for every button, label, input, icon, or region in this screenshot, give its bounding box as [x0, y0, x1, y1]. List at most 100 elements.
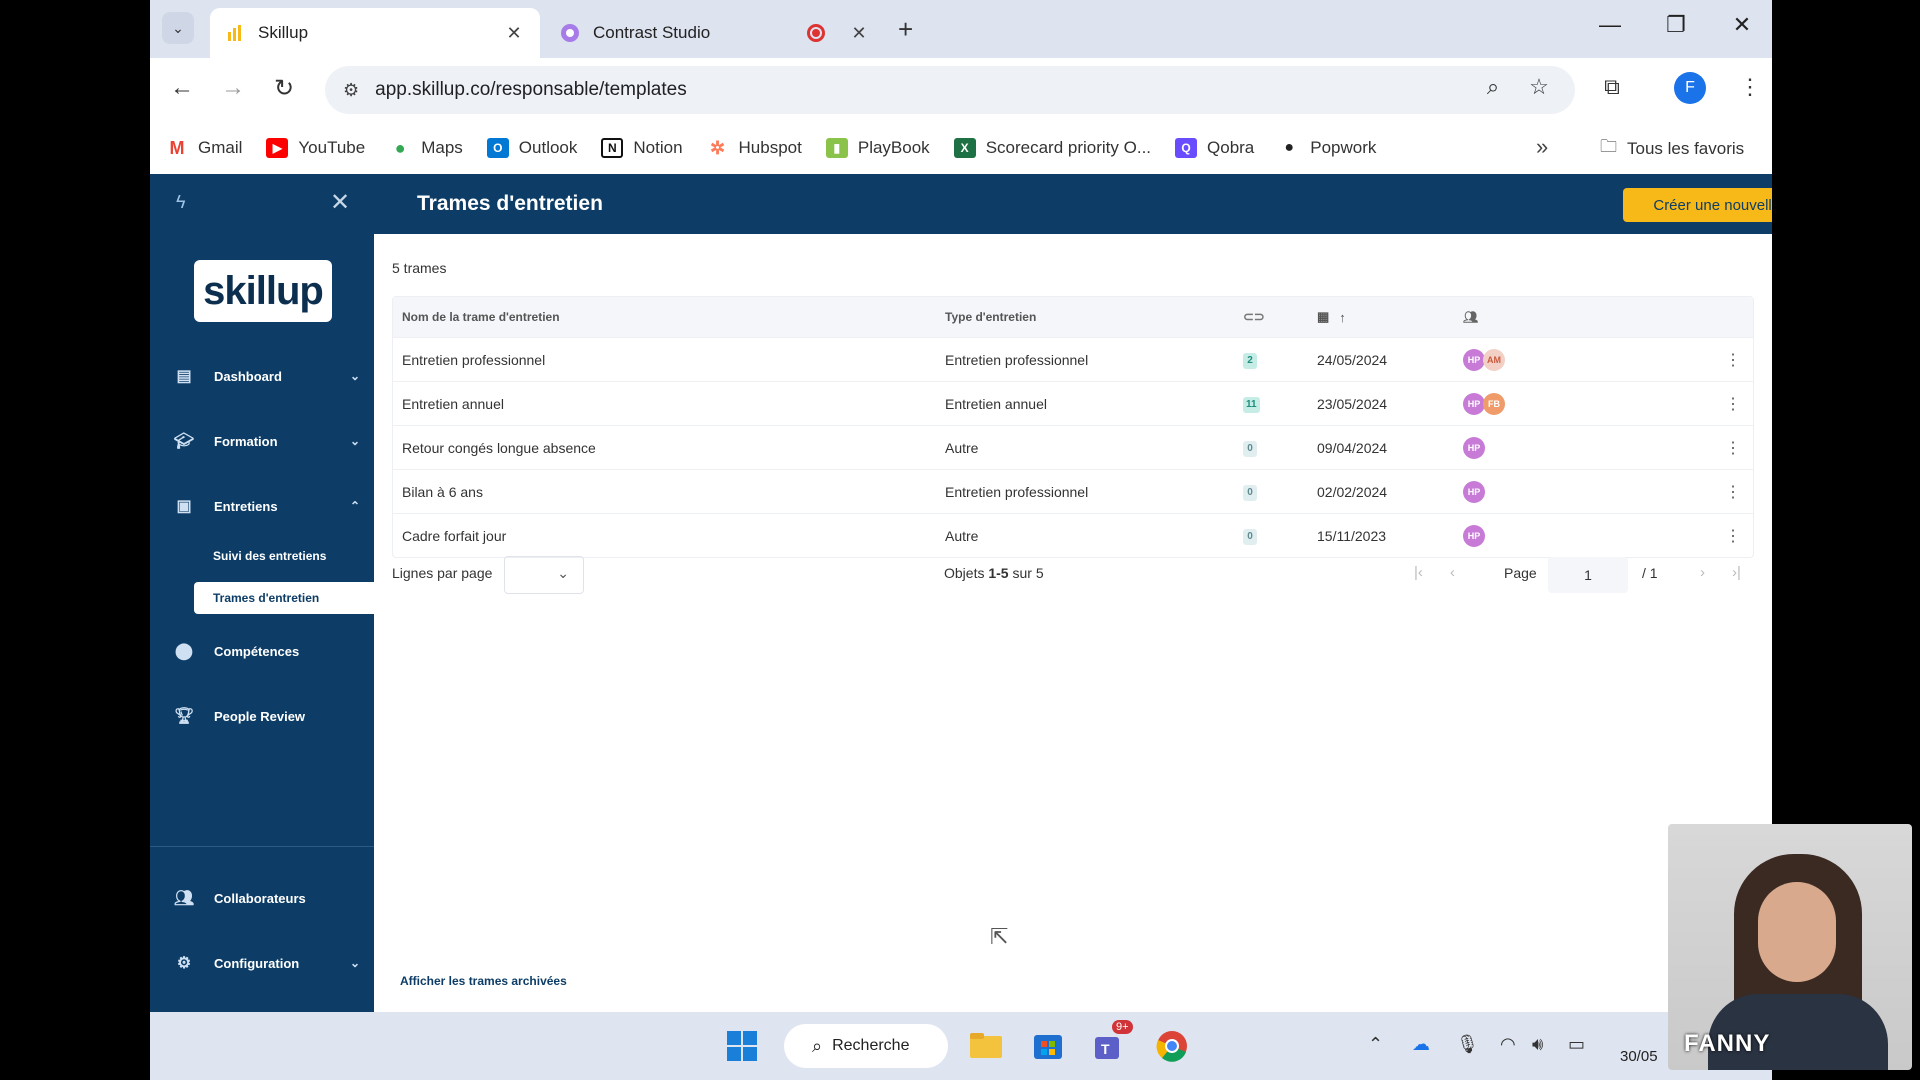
- chevron-down-icon: ⌄: [349, 956, 360, 970]
- objects-range: Objets 1-5 sur 5: [944, 565, 1044, 581]
- bookmark-popwork[interactable]: ● Popwork: [1278, 138, 1376, 158]
- users-icon: 👥︎: [173, 890, 195, 907]
- webcam-overlay: FANNY: [1668, 824, 1912, 1070]
- battery-icon[interactable]: ▭: [1568, 1034, 1585, 1055]
- microphone-icon[interactable]: 🎙︎: [1456, 1034, 1479, 1055]
- sidebar-item-competences[interactable]: ⬤ Compétences: [150, 631, 374, 671]
- chrome-icon[interactable]: [1154, 1028, 1190, 1064]
- bookmark-youtube[interactable]: ▶ YouTube: [266, 138, 365, 158]
- create-template-button[interactable]: Créer une nouvelle trame: [1623, 188, 1772, 222]
- close-tab-icon[interactable]: ✕: [502, 23, 526, 44]
- group-icon: 👥︎: [1463, 310, 1479, 324]
- gmail-icon: M: [169, 137, 185, 158]
- page-label: Page: [1504, 565, 1537, 581]
- mouse-cursor-icon: ⇱: [990, 924, 1009, 949]
- column-header-users[interactable]: 👥︎: [1463, 310, 1713, 324]
- teams-icon[interactable]: T 9+: [1092, 1020, 1133, 1064]
- row-name: Entretien professionnel: [402, 351, 546, 368]
- forward-icon[interactable]: →: [215, 74, 251, 102]
- tab-contrast-studio[interactable]: Contrast Studio ✕: [545, 8, 885, 58]
- more-bookmarks-icon[interactable]: »: [1536, 134, 1548, 160]
- next-page-icon[interactable]: ›: [1700, 564, 1705, 581]
- sidebar-sub-suivi-entretiens[interactable]: Suivi des entretiens: [194, 540, 374, 572]
- sidebar: ϟ ✕ skillup ▤ Dashboard ⌄ 🎓︎ Formation ⌄…: [150, 174, 374, 1012]
- windows-start-icon[interactable]: [724, 1028, 760, 1064]
- sidebar-item-configuration[interactable]: ⚙ Configuration ⌄: [150, 943, 374, 983]
- column-header-type[interactable]: Type d'entretien: [945, 310, 1243, 324]
- sort-asc-icon[interactable]: ↑: [1339, 310, 1346, 325]
- avatar: HP: [1463, 392, 1485, 415]
- close-tab-icon[interactable]: ✕: [847, 23, 871, 44]
- table-row[interactable]: Retour congés longue absence Autre 0 09/…: [393, 425, 1753, 469]
- table-row[interactable]: Entretien professionnel Entretien profes…: [393, 337, 1753, 381]
- windows-taskbar: ⌕ Recherche T 9+ ⌃ ☁ 🎙︎ ◠ 🔊︎ ▭ 30/05: [150, 1012, 1772, 1080]
- skillup-app: ϟ ✕ skillup ▤ Dashboard ⌄ 🎓︎ Formation ⌄…: [150, 174, 1772, 1012]
- sidebar-sub-trames-entretien[interactable]: Trames d'entretien: [194, 582, 374, 614]
- back-icon[interactable]: ←: [164, 74, 200, 102]
- skillup-favicon-icon: [224, 22, 246, 44]
- row-actions-kebab-icon[interactable]: ⋮: [1713, 482, 1753, 502]
- lines-per-page-select[interactable]: ⌄: [504, 556, 584, 594]
- row-actions-kebab-icon[interactable]: ⋮: [1713, 394, 1753, 414]
- site-settings-icon[interactable]: ⚙: [343, 80, 359, 101]
- close-window-icon[interactable]: ✕: [1722, 12, 1762, 38]
- bookmark-star-icon[interactable]: ☆: [1521, 74, 1557, 100]
- prev-page-icon[interactable]: ‹: [1450, 564, 1455, 581]
- usage-count-badge: 11: [1243, 396, 1260, 413]
- first-page-icon[interactable]: |‹: [1414, 564, 1423, 581]
- table-row[interactable]: Bilan à 6 ans Entretien professionnel 0 …: [393, 469, 1753, 513]
- tab-search-dropdown[interactable]: ⌄: [162, 12, 194, 44]
- volume-icon[interactable]: 🔊︎: [1532, 1034, 1543, 1055]
- bookmark-notion[interactable]: N Notion: [601, 138, 683, 158]
- templates-count: 5 trames: [392, 260, 447, 276]
- new-tab-button[interactable]: +: [898, 14, 913, 45]
- row-actions-kebab-icon[interactable]: ⋮: [1713, 350, 1753, 370]
- bookmark-gmail[interactable]: M Gmail: [166, 137, 243, 158]
- tab-skillup[interactable]: Skillup ✕: [210, 8, 540, 58]
- file-explorer-icon[interactable]: [968, 1028, 1004, 1064]
- all-favorites-folder[interactable]: 🗀 Tous les favoris: [1600, 134, 1744, 163]
- hubspot-icon: ✲: [709, 137, 726, 158]
- browser-toolbar: ← → ↻ ⚙ app.skillup.co/responsable/templ…: [150, 58, 1772, 122]
- avatar: HP: [1463, 348, 1485, 371]
- row-date: 15/11/2023: [1317, 527, 1387, 544]
- bookmark-maps[interactable]: ● Maps: [389, 138, 463, 158]
- bookmark-hubspot[interactable]: ✲ Hubspot: [707, 138, 802, 158]
- sidebar-item-entretiens[interactable]: ▣ Entretiens ⌃: [150, 486, 374, 526]
- table-row[interactable]: Cadre forfait jour Autre 0 15/11/2023 HP…: [393, 513, 1753, 557]
- row-actions-kebab-icon[interactable]: ⋮: [1713, 526, 1753, 546]
- last-page-icon[interactable]: ›|: [1732, 564, 1741, 581]
- bookmark-qobra[interactable]: Q Qobra: [1175, 138, 1254, 158]
- location-pin-icon: ⬤: [175, 643, 193, 660]
- profile-avatar[interactable]: F: [1674, 72, 1706, 104]
- bookmark-playbook[interactable]: ▮ PlayBook: [825, 138, 930, 158]
- sidebar-item-collaborateurs[interactable]: 👥︎ Collaborateurs: [150, 878, 374, 918]
- show-archived-link[interactable]: Afficher les trames archivées: [400, 974, 567, 988]
- close-sidebar-icon[interactable]: ✕: [330, 188, 350, 217]
- menu-kebab-icon[interactable]: ⋮: [1732, 74, 1768, 100]
- address-bar[interactable]: ⚙ app.skillup.co/responsable/templates: [325, 66, 1575, 114]
- bookmark-scorecard[interactable]: X Scorecard priority O...: [953, 138, 1151, 158]
- sidebar-item-formation[interactable]: 🎓︎ Formation ⌄: [150, 421, 374, 461]
- column-header-name[interactable]: Nom de la trame d'entretien: [393, 310, 945, 324]
- table-row[interactable]: Entretien annuel Entretien annuel 11 23/…: [393, 381, 1753, 425]
- taskbar-date[interactable]: 30/05: [1620, 1048, 1658, 1065]
- bookmark-outlook[interactable]: O Outlook: [486, 138, 577, 158]
- zoom-icon[interactable]: ⌕: [1475, 74, 1511, 100]
- tray-chevron-up-icon[interactable]: ⌃: [1368, 1034, 1383, 1055]
- page-input[interactable]: 1: [1548, 557, 1628, 593]
- row-actions-kebab-icon[interactable]: ⋮: [1713, 438, 1753, 458]
- onedrive-icon[interactable]: ☁: [1412, 1034, 1430, 1055]
- taskbar-search[interactable]: ⌕ Recherche: [784, 1024, 948, 1068]
- reload-icon[interactable]: ↻: [266, 74, 302, 103]
- restore-icon[interactable]: ❐: [1656, 12, 1696, 38]
- store-icon[interactable]: [1030, 1028, 1066, 1064]
- excel-icon: X: [953, 138, 976, 158]
- extensions-icon[interactable]: ⧉: [1594, 74, 1630, 100]
- wifi-icon[interactable]: ◠: [1500, 1034, 1516, 1055]
- sidebar-item-dashboard[interactable]: ▤ Dashboard ⌄: [150, 356, 374, 396]
- column-header-date[interactable]: ▦ ↑: [1317, 309, 1463, 325]
- minimize-icon[interactable]: —: [1590, 12, 1630, 38]
- sidebar-item-people-review[interactable]: 🏆︎ People Review: [150, 696, 374, 736]
- column-header-links[interactable]: ⊂⊃: [1243, 309, 1317, 325]
